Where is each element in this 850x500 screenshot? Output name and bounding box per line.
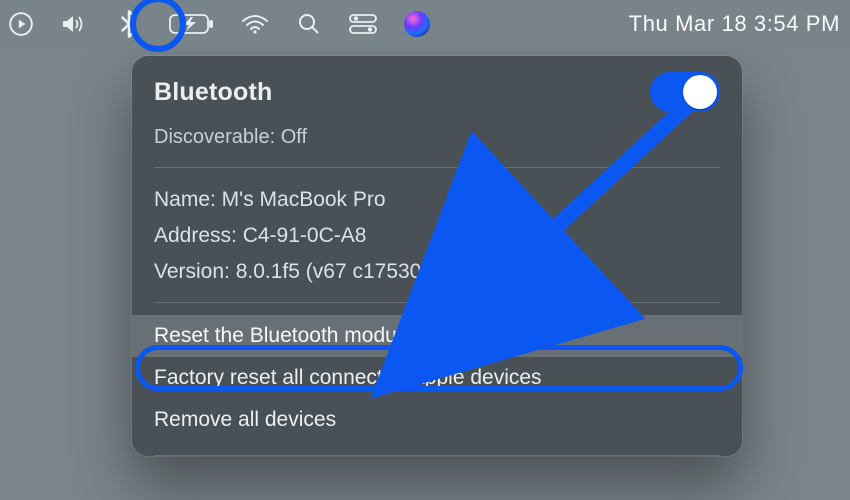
dropdown-title: Bluetooth	[154, 78, 272, 107]
battery-icon[interactable]	[168, 9, 216, 39]
menubar: Thu Mar 18 3:54 PM	[0, 0, 850, 48]
toggle-knob	[683, 75, 717, 109]
siri-icon[interactable]	[402, 9, 432, 39]
menubar-left-icons	[6, 9, 432, 39]
divider	[154, 302, 720, 303]
discoverable-status: Discoverable: Off	[154, 126, 720, 149]
wifi-icon[interactable]	[240, 9, 270, 39]
volume-icon[interactable]	[60, 9, 90, 39]
spotlight-icon[interactable]	[294, 9, 324, 39]
now-playing-icon[interactable]	[6, 9, 36, 39]
bluetooth-toggle[interactable]	[650, 72, 720, 112]
divider	[154, 455, 720, 456]
action-list: Reset the Bluetooth module Factory reset…	[132, 315, 742, 445]
divider	[154, 167, 720, 168]
action-remove-all[interactable]: Remove all devices	[132, 399, 742, 441]
action-factory-reset[interactable]: Factory reset all connected Apple device…	[132, 357, 742, 399]
bluetooth-dropdown: Bluetooth Discoverable: Off Name: M's Ma…	[132, 56, 742, 456]
dropdown-header: Bluetooth	[132, 72, 742, 116]
device-version-line: Version: 8.0.1f5 (v67 c17530)	[132, 254, 742, 290]
menubar-datetime[interactable]: Thu Mar 18 3:54 PM	[629, 11, 840, 37]
device-address-line: Address: C4-91-0C-A8	[132, 218, 742, 254]
control-center-icon[interactable]	[348, 9, 378, 39]
action-reset-bluetooth[interactable]: Reset the Bluetooth module	[132, 315, 742, 357]
bluetooth-icon[interactable]	[114, 9, 144, 39]
device-name-line: Name: M's MacBook Pro	[132, 182, 742, 218]
